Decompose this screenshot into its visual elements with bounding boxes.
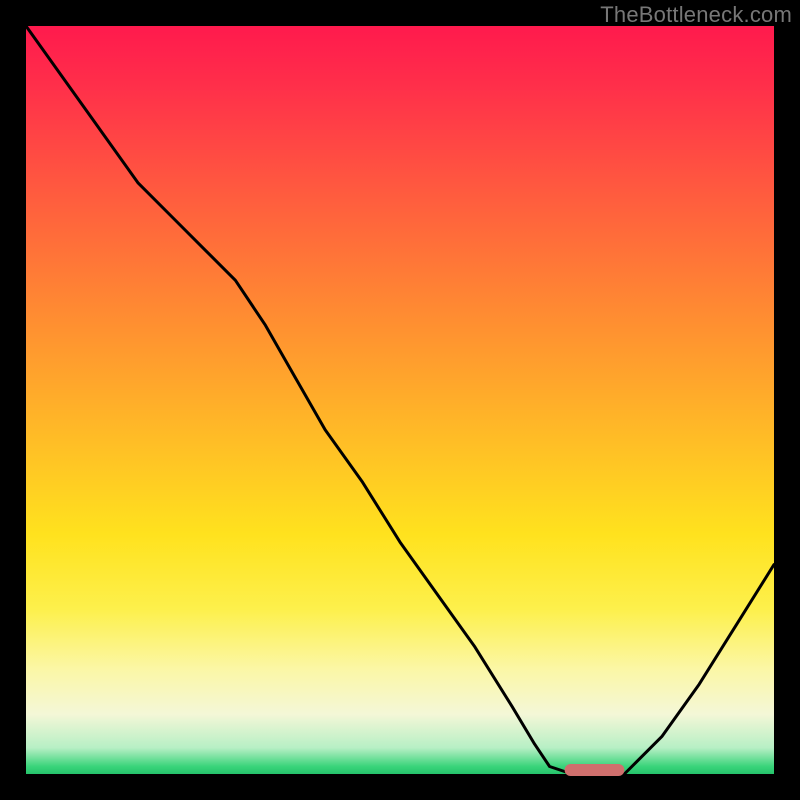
chart-svg: [26, 26, 774, 774]
plot-area: [26, 26, 774, 774]
chart-frame: TheBottleneck.com: [0, 0, 800, 800]
bottleneck-curve: [26, 26, 774, 774]
watermark-text: TheBottleneck.com: [600, 2, 792, 28]
optimal-range-marker: [565, 764, 625, 776]
